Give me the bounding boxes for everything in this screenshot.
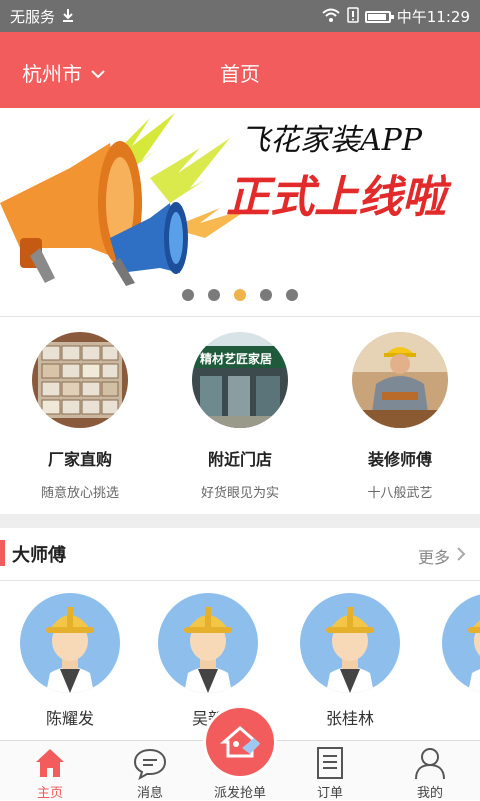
carousel-dot[interactable] [182, 289, 194, 301]
master-card[interactable]: 宋 [442, 593, 480, 729]
storefront-image: 精材艺匠家居 [192, 332, 288, 428]
master-card[interactable]: 张桂林 [300, 593, 400, 729]
master-name: 张桂林 [325, 709, 374, 728]
wifi-icon [321, 7, 341, 27]
user-icon [412, 745, 448, 781]
tab-label: 消息 [136, 786, 163, 801]
feature-label: 附近门店 [207, 450, 272, 469]
tab-label: 主页 [36, 786, 63, 801]
worker-avatar [158, 593, 258, 693]
dispatch-center-button[interactable] [206, 708, 274, 776]
worker-photo-image [352, 332, 448, 428]
master-card[interactable]: 陈耀发 [20, 593, 120, 729]
banner-slogan: 正式上线啦 [226, 172, 452, 223]
carousel-dot[interactable] [234, 289, 246, 301]
battery-fill [367, 13, 386, 20]
battery-icon [364, 10, 394, 23]
status-bar: 无服务 中午11:29 [0, 0, 480, 32]
carousel-dot[interactable] [286, 289, 298, 301]
masters-section-header: 大师傅 更多 [0, 528, 480, 580]
worker-avatar [300, 593, 400, 693]
house-handshake-icon [220, 726, 260, 758]
chevron-right-icon [456, 546, 466, 566]
clipboard-icon [312, 745, 348, 781]
more-link[interactable]: 更多 [418, 544, 466, 568]
feature-subtitle: 好货眼见为实 [200, 486, 279, 501]
tab-orders[interactable]: 订单 [290, 741, 370, 801]
feature-subtitle: 十八般武艺 [367, 486, 433, 501]
master-name: 陈耀发 [45, 709, 94, 728]
master-name: 宋 [442, 705, 480, 729]
feature-nearby-stores[interactable]: 精材艺匠家居 附近门店 好货眼见为实 [160, 318, 320, 514]
carousel-dot[interactable] [208, 289, 220, 301]
chat-bubble-icon [132, 745, 168, 781]
worker-avatar [20, 593, 120, 693]
section-title: 大师傅 [12, 545, 66, 566]
section-gap [0, 514, 480, 528]
top-bar: 杭州市 首页 [0, 32, 480, 108]
feature-row: 厂家直购 随意放心挑选 精材艺匠家居 附近门店 好货眼见为实 装修师傅 十八般武… [0, 318, 480, 514]
section-accent-bar [0, 540, 5, 566]
banner-app-name: 飞花家装APP [240, 123, 423, 158]
download-icon [61, 8, 75, 26]
tab-mine[interactable]: 我的 [390, 741, 470, 801]
tab-label: 派发抢单 [213, 786, 266, 801]
divider [0, 316, 480, 317]
more-label: 更多 [417, 548, 450, 567]
tab-home[interactable]: 主页 [10, 741, 90, 801]
worker-avatar [442, 593, 480, 693]
carousel-dot[interactable] [260, 289, 272, 301]
tab-messages[interactable]: 消息 [110, 741, 190, 801]
feature-workers[interactable]: 装修师傅 十八般武艺 [320, 318, 480, 514]
banner-carousel[interactable]: 飞花家装APP 正式上线啦 [0, 108, 480, 316]
feature-label: 厂家直购 [47, 450, 112, 469]
store-sign-text: 精材艺匠家居 [200, 351, 272, 366]
sim-alert-icon [347, 6, 359, 27]
home-icon [32, 745, 68, 781]
carousel-dots [0, 289, 480, 301]
feature-subtitle: 随意放心挑选 [40, 486, 119, 501]
page-title: 首页 [220, 62, 260, 86]
banner-image: 飞花家装APP 正式上线啦 [0, 108, 480, 316]
factory-tiles-image [32, 332, 128, 428]
carrier-label: 无服务 [10, 8, 56, 26]
tab-label: 订单 [316, 786, 343, 801]
feature-factory-direct[interactable]: 厂家直购 随意放心挑选 [0, 318, 160, 514]
tab-label: 我的 [416, 786, 443, 801]
status-time: 中午11:29 [396, 8, 470, 26]
feature-label: 装修师傅 [367, 450, 432, 469]
